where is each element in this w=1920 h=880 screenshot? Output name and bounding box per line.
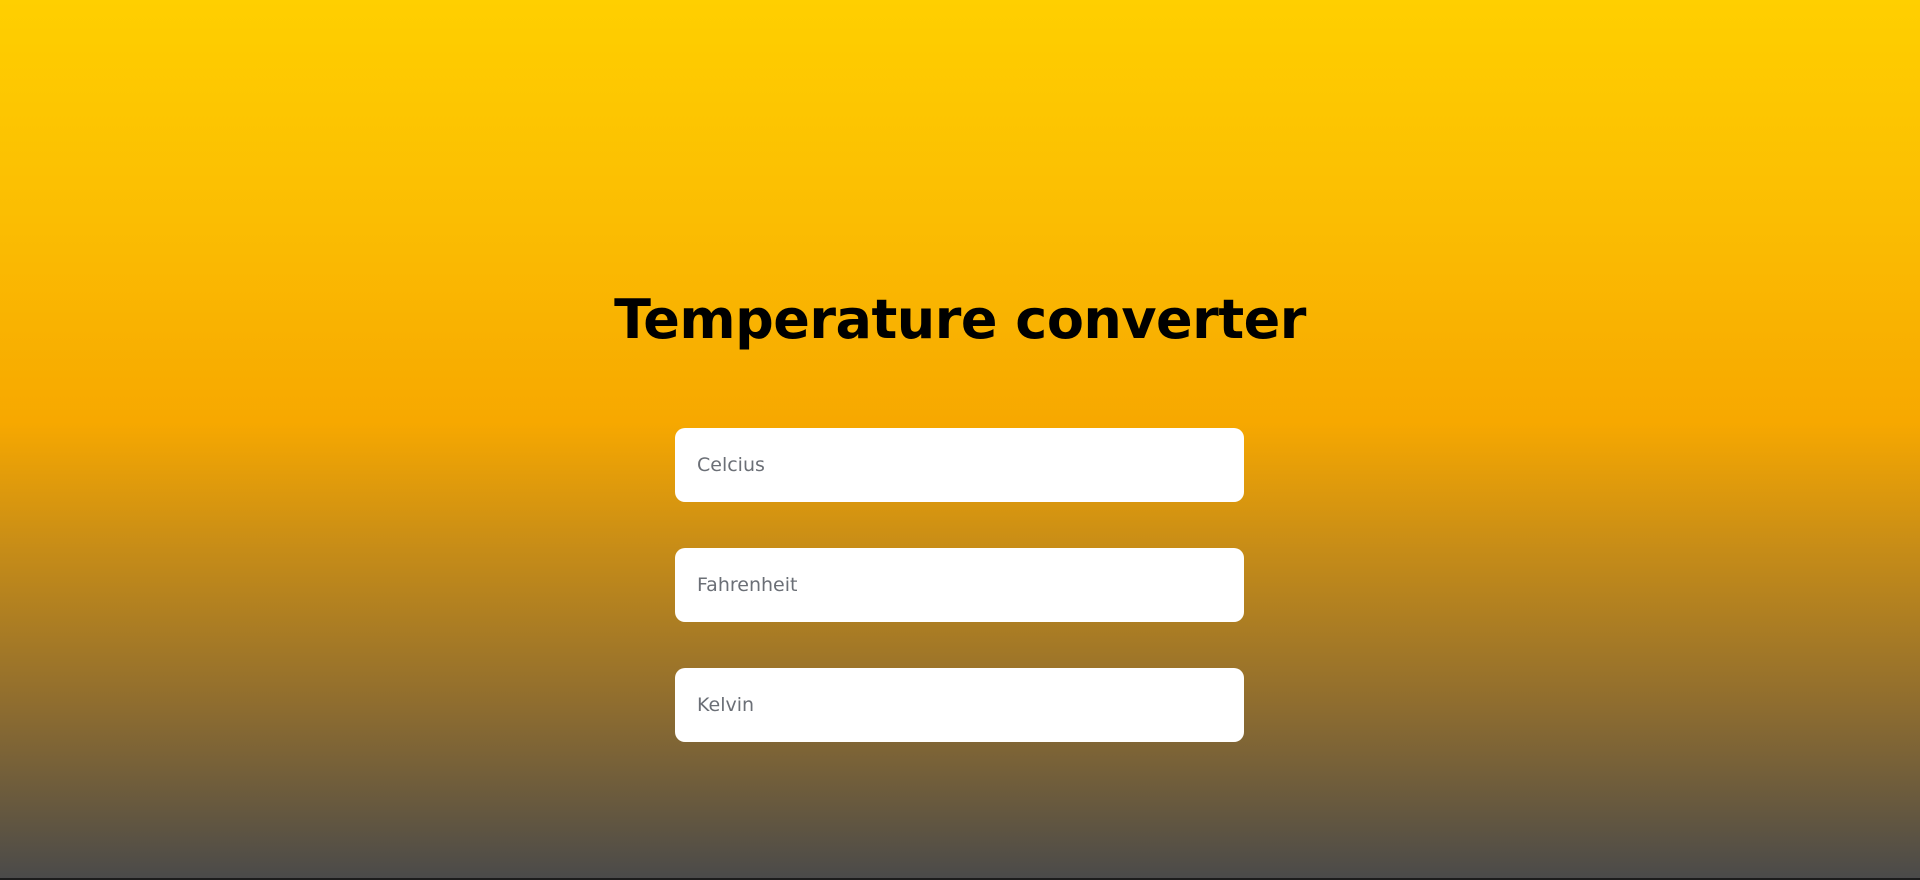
- kelvin-input[interactable]: [675, 668, 1244, 742]
- celsius-input[interactable]: [675, 428, 1244, 502]
- converter-app: Temperature converter: [0, 0, 1920, 880]
- fahrenheit-input[interactable]: [675, 548, 1244, 622]
- page-title: Temperature converter: [614, 288, 1306, 351]
